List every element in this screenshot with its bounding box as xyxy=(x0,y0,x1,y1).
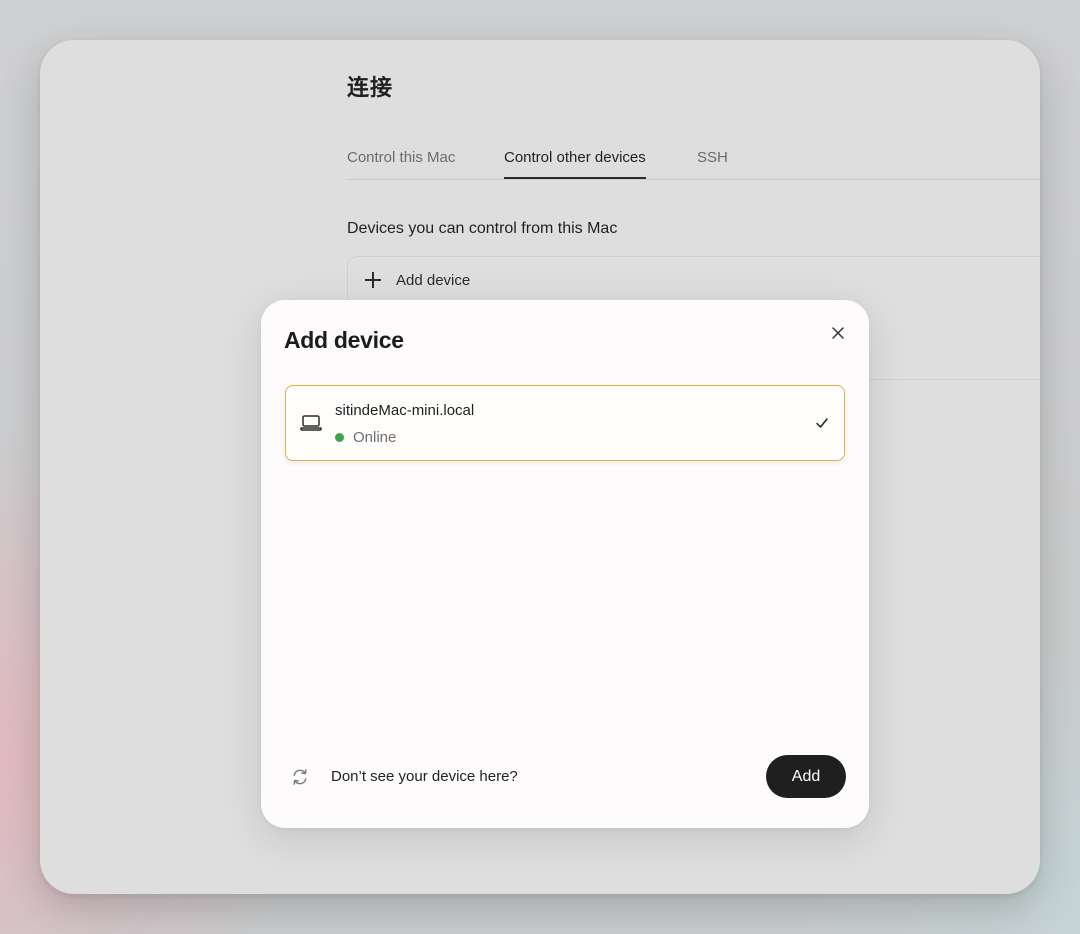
page-title: 连接 xyxy=(347,75,394,100)
refresh-icon[interactable] xyxy=(290,767,310,787)
plus-icon xyxy=(364,271,382,289)
device-name: sitindeMac-mini.local xyxy=(335,402,475,419)
tab-control-this-mac[interactable]: Control this Mac xyxy=(347,149,455,177)
tab-control-other-devices[interactable]: Control other devices xyxy=(504,149,646,179)
checkmark-icon[interactable] xyxy=(814,415,830,431)
tab-bar: Control this Mac Control other devices S… xyxy=(347,145,1040,180)
device-status: Online xyxy=(335,429,396,446)
laptop-icon xyxy=(300,413,322,433)
add-device-dialog: Add device sitindeMac-mini.local Online xyxy=(261,300,869,828)
tab-ssh[interactable]: SSH xyxy=(697,149,728,177)
section-heading: Devices you can control from this Mac xyxy=(347,220,618,237)
add-device-row[interactable]: Add device xyxy=(364,271,470,289)
close-icon[interactable] xyxy=(827,322,849,344)
status-text: Online xyxy=(353,429,397,446)
add-button[interactable]: Add xyxy=(766,755,846,798)
dialog-title: Add device xyxy=(284,327,404,353)
device-option[interactable]: sitindeMac-mini.local Online xyxy=(285,385,845,461)
dialog-footer: Don’t see your device here? Add xyxy=(261,738,869,828)
help-text: Don’t see your device here? xyxy=(331,768,518,785)
add-device-label: Add device xyxy=(396,271,471,289)
online-status-dot xyxy=(335,433,344,442)
